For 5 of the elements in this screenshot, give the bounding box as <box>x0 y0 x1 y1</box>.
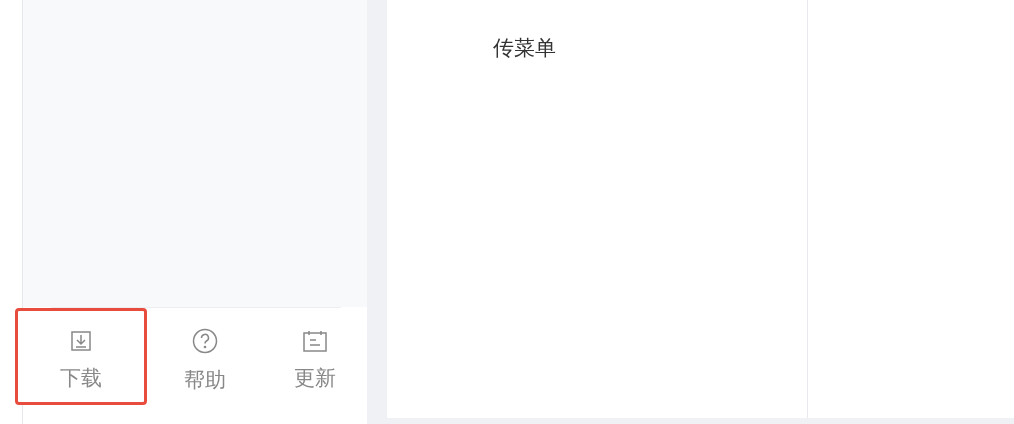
menu-item[interactable]: 传菜单 <box>493 36 556 60</box>
calendar-icon <box>302 329 328 352</box>
help-icon <box>192 327 218 354</box>
footer-button[interactable]: 下载 <box>15 308 147 405</box>
download-icon <box>70 329 92 352</box>
